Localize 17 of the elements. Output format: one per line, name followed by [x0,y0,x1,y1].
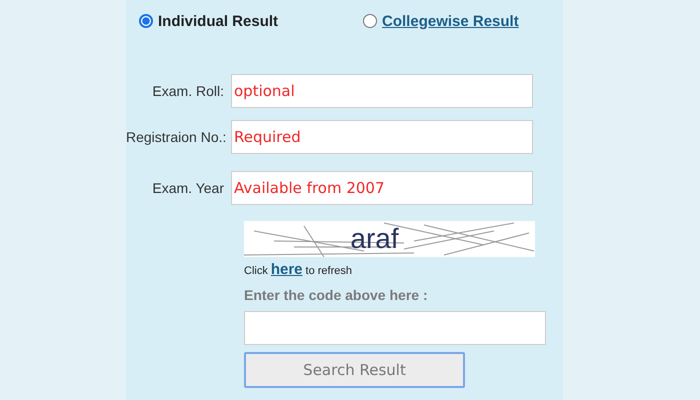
input-field[interactable]: Available from 2007 [231,171,533,205]
input-field[interactable]: Required [231,120,533,154]
refresh-link[interactable]: here [270,261,303,278]
search-button[interactable]: Search Result [244,352,465,388]
refresh-text: Click [244,265,268,277]
field-label: Exam. Year [151,180,224,196]
captcha-image: araf [244,221,535,257]
input-field[interactable]: optional [231,74,533,108]
field-label: Exam. Roll: [151,83,224,99]
refresh-text: to refresh [306,265,352,277]
code-prompt: Enter the code above here : [244,287,428,303]
radio-button[interactable] [139,14,153,28]
field-label: Registraion No.: [126,129,224,145]
radio-label: Individual Result [158,12,278,30]
result-link[interactable]: Collegewise Result [382,12,519,30]
code-field[interactable] [244,311,546,345]
radio-button[interactable] [363,14,378,28]
